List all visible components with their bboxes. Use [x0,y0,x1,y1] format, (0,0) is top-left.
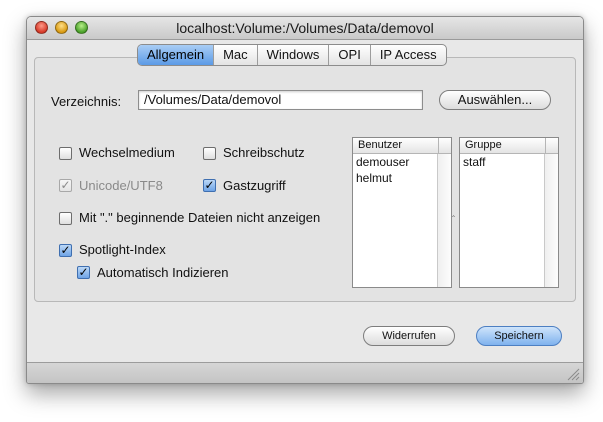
tab-windows[interactable]: Windows [258,45,330,65]
directory-field[interactable]: /Volumes/Data/demovol [138,90,423,110]
guest-access-label: Gastzugriff [223,178,286,193]
checkmark-icon: ✓ [60,178,71,192]
save-button[interactable]: Speichern [476,326,562,346]
directory-label: Verzeichnis: [51,94,122,109]
users-header-corner [438,138,451,154]
checkmark-icon: ✓ [60,243,71,257]
groups-list[interactable]: Gruppe staff [459,137,559,288]
spotlight-checkbox[interactable]: ✓ [59,244,72,257]
unicode-checkbox: ✓ [59,179,72,192]
hide-dotfiles-checkbox[interactable] [59,212,72,225]
resize-grip-icon[interactable] [566,367,580,381]
hide-dotfiles-label: Mit "." beginnende Dateien nicht anzeige… [79,210,321,225]
groups-scrollbar[interactable] [544,154,558,287]
split-handle-icon[interactable]: ‸ [452,207,455,218]
unicode-label: Unicode/UTF8 [79,178,163,193]
write-protect-label: Schreibschutz [223,145,305,160]
choose-directory-button[interactable]: Auswählen... [439,90,551,110]
users-list[interactable]: Benutzer demouser helmut [352,137,452,288]
spotlight-label: Spotlight-Index [79,242,166,257]
users-column-header[interactable]: Benutzer [353,138,451,154]
checkmark-icon: ✓ [78,265,89,279]
auto-index-label: Automatisch Indizieren [97,265,229,280]
groups-column-header[interactable]: Gruppe [460,138,558,154]
users-scrollbar[interactable] [437,154,451,287]
volume-settings-window: localhost:Volume:/Volumes/Data/demovol A… [26,16,584,384]
tab-bar: Allgemein Mac Windows OPI IP Access [137,44,447,66]
tab-allgemein[interactable]: Allgemein [138,45,215,65]
status-bar [27,362,583,383]
checkmark-icon: ✓ [204,178,215,192]
tab-opi[interactable]: OPI [329,45,371,65]
auto-index-checkbox[interactable]: ✓ [77,266,90,279]
guest-access-checkbox[interactable]: ✓ [203,179,216,192]
removable-checkbox[interactable] [59,147,72,160]
title-bar[interactable]: localhost:Volume:/Volumes/Data/demovol [27,17,583,40]
removable-label: Wechselmedium [79,145,175,160]
tab-ip-access[interactable]: IP Access [371,45,446,65]
groups-header-corner [545,138,558,154]
window-title: localhost:Volume:/Volumes/Data/demovol [176,20,434,36]
tab-mac[interactable]: Mac [214,45,258,65]
write-protect-checkbox[interactable] [203,147,216,160]
revert-button[interactable]: Widerrufen [363,326,455,346]
